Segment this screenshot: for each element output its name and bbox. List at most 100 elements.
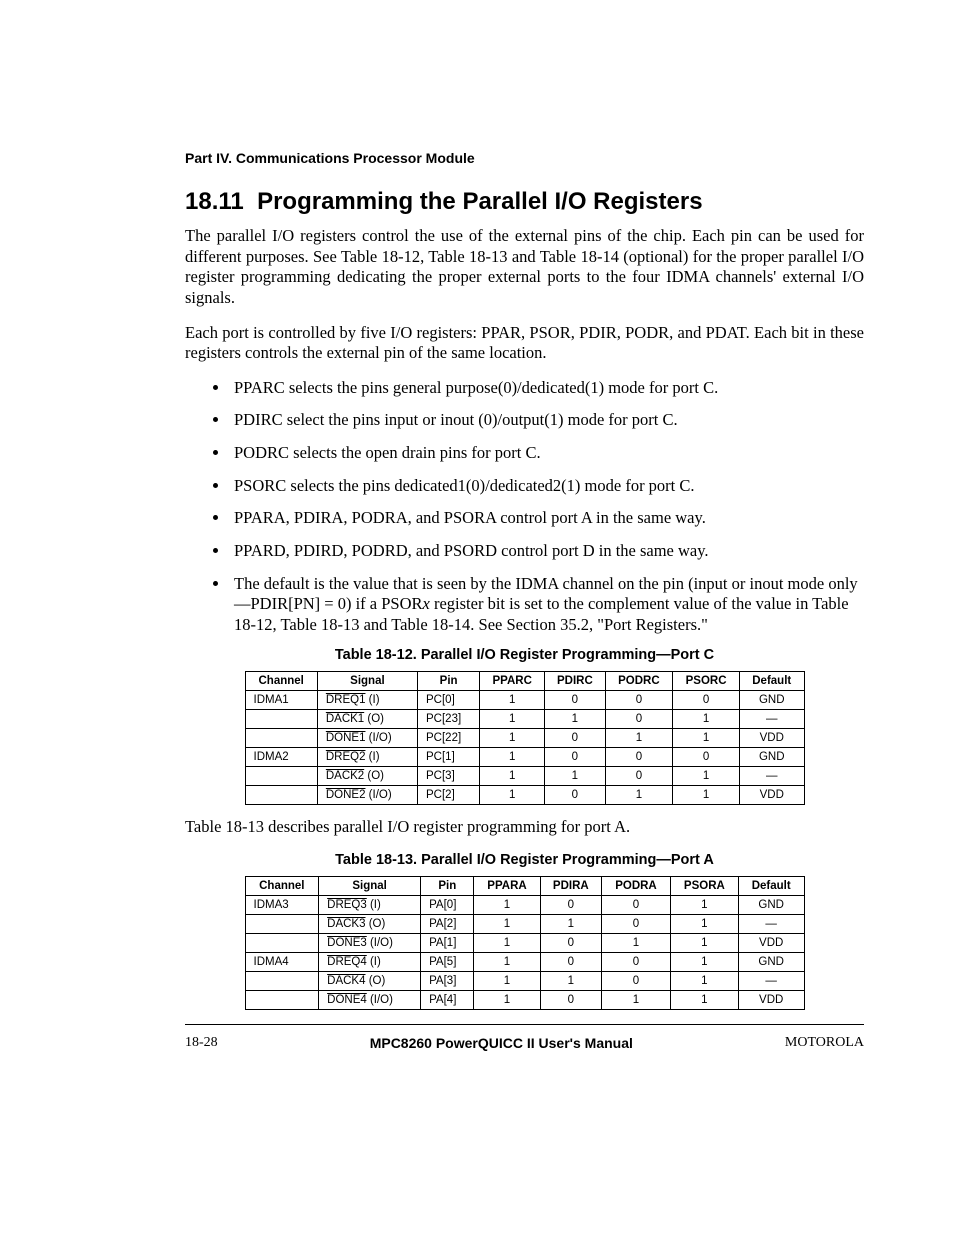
cell: 0: [545, 786, 605, 805]
cell-channel: [245, 786, 317, 805]
paragraph-3: Table 18-13 describes parallel I/O regis…: [185, 817, 864, 838]
table-row: DACK1 (O)PC[23]1101—: [245, 710, 804, 729]
cell: 1: [480, 786, 545, 805]
cell-signal: DACK3 (O): [319, 915, 421, 934]
cell: 0: [673, 691, 740, 710]
cell: 1: [670, 896, 738, 915]
cell: 1: [474, 896, 540, 915]
th-pdira: PDIRA: [540, 877, 602, 896]
table-13: Channel Signal Pin PPARA PDIRA PODRA PSO…: [245, 876, 805, 1010]
cell: PA[3]: [421, 972, 474, 991]
paragraph-1: The parallel I/O registers control the u…: [185, 226, 864, 309]
th-channel: Channel: [245, 672, 317, 691]
table-row: IDMA3DREQ3 (I)PA[0]1001GND: [245, 896, 804, 915]
cell: PA[4]: [421, 991, 474, 1010]
cell: PC[22]: [418, 729, 480, 748]
cell: PC[2]: [418, 786, 480, 805]
footer-manual-title: MPC8260 PowerQUICC II User's Manual: [370, 1035, 633, 1051]
cell: PC[23]: [418, 710, 480, 729]
cell: 0: [540, 991, 602, 1010]
cell: 0: [540, 896, 602, 915]
bullet-item: PPARD, PDIRD, PODRD, and PSORD control p…: [230, 541, 864, 562]
table-row: DONE1 (I/O)PC[22]1011VDD: [245, 729, 804, 748]
th-podrc: PODRC: [605, 672, 673, 691]
section-heading: 18.11 Programming the Parallel I/O Regis…: [185, 188, 864, 216]
cell-channel: IDMA2: [245, 748, 317, 767]
cell: 1: [670, 953, 738, 972]
th-default: Default: [740, 672, 805, 691]
cell: 0: [605, 691, 673, 710]
cell: 1: [545, 710, 605, 729]
cell-signal: DACK2 (O): [317, 767, 417, 786]
cell: 1: [670, 991, 738, 1010]
cell: PA[5]: [421, 953, 474, 972]
cell: VDD: [740, 729, 805, 748]
table-header-row: Channel Signal Pin PPARA PDIRA PODRA PSO…: [245, 877, 804, 896]
table-row: DONE3 (I/O)PA[1]1011VDD: [245, 934, 804, 953]
cell: 1: [474, 972, 540, 991]
cell: 1: [673, 767, 740, 786]
cell-signal: DREQ4 (I): [319, 953, 421, 972]
cell: 0: [602, 915, 671, 934]
paragraph-2: Each port is controlled by five I/O regi…: [185, 323, 864, 364]
th-pparc: PPARC: [480, 672, 545, 691]
th-pin: Pin: [421, 877, 474, 896]
footer: 18-28 MPC8260 PowerQUICC II User's Manua…: [185, 1035, 864, 1051]
cell-signal: DREQ3 (I): [319, 896, 421, 915]
cell: 1: [474, 915, 540, 934]
section-title: Programming the Parallel I/O Registers: [257, 188, 702, 215]
table-header-row: Channel Signal Pin PPARC PDIRC PODRC PSO…: [245, 672, 804, 691]
cell: 1: [673, 729, 740, 748]
th-pin: Pin: [418, 672, 480, 691]
cell: VDD: [740, 786, 805, 805]
cell: 1: [670, 972, 738, 991]
cell: 1: [480, 710, 545, 729]
cell: GND: [740, 748, 805, 767]
cell: PC[0]: [418, 691, 480, 710]
cell-signal: DONE3 (I/O): [319, 934, 421, 953]
cell: 0: [605, 748, 673, 767]
cell: 1: [540, 972, 602, 991]
th-podra: PODRA: [602, 877, 671, 896]
cell: —: [738, 915, 804, 934]
cell-channel: [245, 729, 317, 748]
cell: GND: [738, 896, 804, 915]
cell-signal: DACK1 (O): [317, 710, 417, 729]
part-header: Part IV. Communications Processor Module: [185, 150, 864, 166]
table-row: DACK2 (O)PC[3]1101—: [245, 767, 804, 786]
cell-signal: DONE4 (I/O): [319, 991, 421, 1010]
bullet-item: The default is the value that is seen by…: [230, 574, 864, 636]
cell: 1: [605, 786, 673, 805]
cell: 1: [545, 767, 605, 786]
cell: 1: [670, 915, 738, 934]
cell: 1: [474, 991, 540, 1010]
bullet-item: PDIRC select the pins input or inout (0)…: [230, 410, 864, 431]
th-psorc: PSORC: [673, 672, 740, 691]
cell: 1: [673, 710, 740, 729]
bullet-item: PPARC selects the pins general purpose(0…: [230, 378, 864, 399]
cell: 1: [605, 729, 673, 748]
cell-signal: DONE2 (I/O): [317, 786, 417, 805]
footer-rule: 18-28 MPC8260 PowerQUICC II User's Manua…: [185, 1024, 864, 1051]
cell-signal: DONE1 (I/O): [317, 729, 417, 748]
bullet-list: PPARC selects the pins general purpose(0…: [185, 378, 864, 636]
cell: 1: [474, 953, 540, 972]
cell: PA[2]: [421, 915, 474, 934]
cell: PA[1]: [421, 934, 474, 953]
cell: 0: [540, 934, 602, 953]
table-row: DONE2 (I/O)PC[2]1011VDD: [245, 786, 804, 805]
cell: GND: [740, 691, 805, 710]
cell: 1: [480, 691, 545, 710]
th-default: Default: [738, 877, 804, 896]
table-row: IDMA1DREQ1 (I)PC[0]1000GND: [245, 691, 804, 710]
table-12-caption: Table 18-12. Parallel I/O Register Progr…: [185, 647, 864, 663]
table-row: IDMA2DREQ2 (I)PC[1]1000GND: [245, 748, 804, 767]
section-number: 18.11: [185, 188, 244, 215]
cell: —: [738, 972, 804, 991]
cell: 1: [480, 729, 545, 748]
cell-channel: [245, 934, 319, 953]
cell-signal: DACK4 (O): [319, 972, 421, 991]
cell-channel: [245, 767, 317, 786]
th-pdirc: PDIRC: [545, 672, 605, 691]
cell: 0: [673, 748, 740, 767]
